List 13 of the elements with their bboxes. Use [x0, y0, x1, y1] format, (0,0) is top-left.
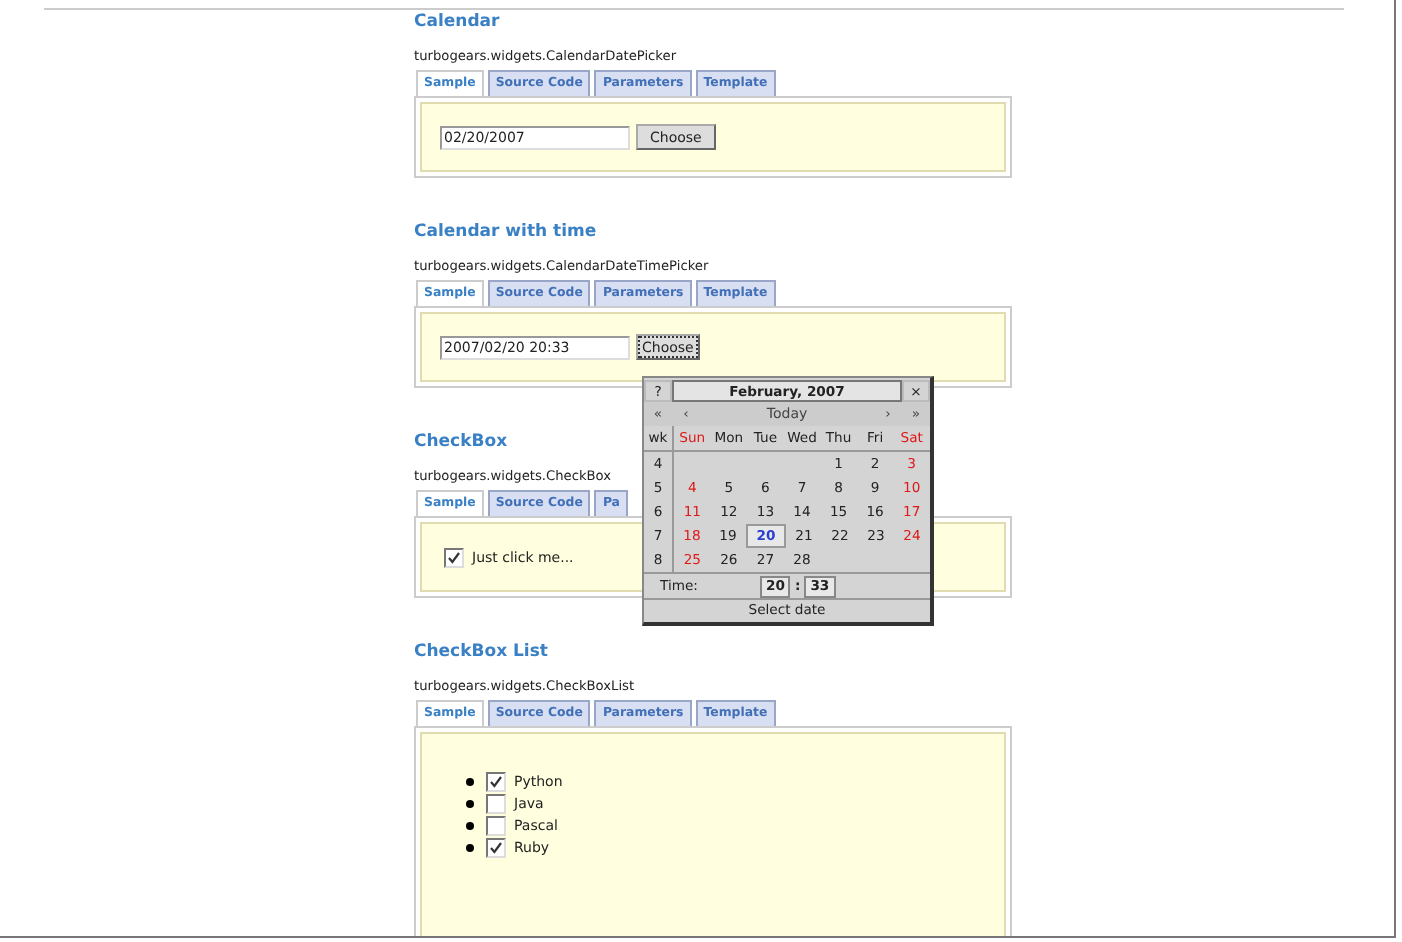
section-title: CheckBox — [414, 430, 508, 456]
bullet-icon — [466, 821, 474, 829]
bullet-icon — [466, 799, 474, 807]
checkbox[interactable] — [486, 771, 506, 791]
section-title: Calendar — [414, 10, 500, 36]
bullet-icon — [466, 843, 474, 851]
section-title: Calendar with time — [414, 220, 597, 246]
checkbox[interactable] — [486, 837, 506, 857]
section-title: CheckBox List — [414, 640, 548, 666]
checkbox[interactable] — [486, 815, 506, 835]
checkbox[interactable] — [486, 793, 506, 813]
bullet-icon — [466, 777, 474, 785]
checkbox[interactable] — [444, 547, 464, 567]
